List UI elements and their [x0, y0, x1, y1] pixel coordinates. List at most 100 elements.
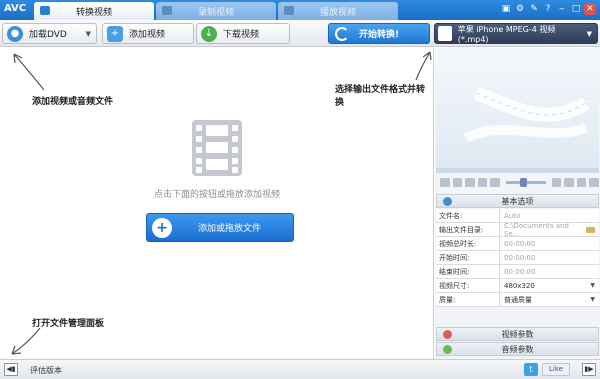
film-icon: [192, 120, 242, 176]
record-tab-icon: [162, 6, 172, 15]
video-preview: [436, 48, 599, 168]
option-value[interactable]: 480x320: [500, 279, 590, 292]
plus-icon: +: [152, 217, 172, 238]
annotation-add-files: 添加视频或音频文件: [32, 97, 114, 107]
option-label: 视频总时长:: [436, 237, 500, 250]
drop-hint-text: 点击下面的按钮或拖放添加视频: [153, 190, 280, 200]
evaluation-version-text: 评估版本: [30, 366, 62, 375]
next-frame-icon[interactable]: [477, 177, 488, 187]
filmstrip-decoration-icon: [463, 86, 590, 143]
add-or-drop-files-button[interactable]: + 添加或拖放文件: [146, 213, 294, 242]
option-row-quality[interactable]: 质量: 普通质量 ▼: [436, 293, 599, 307]
download-video-label: 下载视频: [223, 30, 260, 40]
tab-label: 转换视频: [75, 7, 112, 18]
add-file-label: 添加或拖放文件: [198, 224, 262, 234]
tab-record-video[interactable]: 录制视频: [156, 2, 276, 20]
title-bar: AVC 转换视频 录制视频 播放视频 ▣ ⚙ ✎ ? ‒ □ ✕: [0, 0, 600, 20]
toggle-preview-panel-button[interactable]: ▮▶: [582, 363, 596, 376]
option-label: 质量:: [436, 293, 500, 306]
status-bar: ◀▮ 评估版本 t Like ▮▶: [0, 359, 600, 379]
tab-play-video[interactable]: 播放视频: [278, 2, 398, 20]
disc-icon: ●: [7, 25, 23, 42]
video-params-header[interactable]: 视频参数: [436, 327, 599, 341]
speaker-icon[interactable]: [490, 177, 500, 187]
chevron-down-icon[interactable]: ▼: [86, 30, 91, 38]
snapshot-icon[interactable]: [551, 177, 562, 187]
facebook-like-button[interactable]: Like: [542, 363, 570, 376]
folder-icon[interactable]: [564, 177, 574, 187]
audio-params-icon: [443, 345, 452, 354]
seek-bar[interactable]: [436, 168, 599, 173]
add-video-icon: +: [107, 25, 123, 42]
download-globe-icon: ↓: [201, 25, 217, 42]
option-row-output-dir[interactable]: 输出文件目录: C:\Documents and Se...: [436, 222, 599, 238]
right-panel: 基本选项 文件名: Auto 输出文件目录: C:\Documents and …: [435, 48, 600, 359]
download-video-button[interactable]: ↓ 下载视频: [196, 23, 290, 44]
volume-slider[interactable]: [505, 177, 546, 187]
stop-icon[interactable]: [452, 177, 463, 187]
app-logo: AVC: [4, 3, 27, 14]
option-row-end-time[interactable]: 结束时间: 00:00:00: [436, 265, 599, 279]
output-format-select[interactable]: 苹果 iPhone MPEG-4 视频 (*.mp4) ▼: [434, 23, 598, 44]
prev-frame-icon[interactable]: [465, 177, 475, 187]
annotation-select-format: 选择输出文件格式并转换: [335, 85, 426, 108]
format-label: 苹果 iPhone MPEG-4 视频 (*.mp4): [457, 24, 556, 44]
tab-label: 录制视频: [197, 7, 234, 18]
screen-icon[interactable]: ▣: [500, 3, 512, 15]
option-label: 输出文件目录:: [436, 223, 500, 236]
tab-convert-video[interactable]: 转换视频: [34, 2, 154, 20]
close-button[interactable]: ✕: [584, 3, 596, 15]
arrow-icon: [415, 51, 432, 81]
option-label: 视频尺寸:: [436, 279, 500, 292]
play-icon[interactable]: [440, 177, 450, 187]
basic-options-header[interactable]: 基本选项: [436, 194, 599, 208]
file-list-area[interactable]: 添加视频或音频文件 选择输出文件格式并转换 点击下面的按钮或拖放添加视频 + 添…: [0, 48, 434, 359]
option-row-video-size[interactable]: 视频尺寸: 480x320 ▼: [436, 279, 599, 293]
chevron-down-icon[interactable]: ▼: [590, 282, 595, 289]
start-convert-button[interactable]: 开始转换!: [328, 23, 430, 44]
gear-icon[interactable]: ⚙: [514, 3, 526, 15]
audio-params-header[interactable]: 音频参数: [436, 342, 599, 356]
twitter-icon[interactable]: t: [524, 363, 538, 376]
option-label: 开始时间:: [436, 251, 500, 264]
toolbar: ● 加载DVD ▼ + 添加视频 ↓ 下载视频 开始转换! 苹果 iPhone …: [0, 20, 600, 47]
chevron-down-icon[interactable]: ▼: [590, 296, 595, 303]
option-row-duration: 视频总时长: 00:00:00: [436, 237, 599, 251]
option-value[interactable]: 00:00:00: [500, 265, 599, 278]
options-icon: [443, 197, 452, 206]
refresh-icon: [335, 26, 349, 41]
convert-label: 开始转换!: [359, 30, 400, 40]
folder-icon[interactable]: [586, 226, 595, 233]
annotation-open-file-panel: 打开文件管理面板: [32, 319, 105, 329]
help-icon[interactable]: ?: [542, 3, 554, 15]
option-value[interactable]: 00:00:00: [500, 251, 599, 264]
option-row-start-time[interactable]: 开始时间: 00:00:00: [436, 251, 599, 265]
arrow-icon: [13, 53, 45, 91]
crop-icon[interactable]: [576, 177, 587, 187]
load-dvd-button[interactable]: ● 加载DVD ▼: [2, 23, 97, 44]
chevron-down-icon: ▼: [586, 29, 592, 38]
option-label: 结束时间:: [436, 265, 500, 278]
convert-tab-icon: [40, 6, 50, 15]
load-dvd-label: 加载DVD: [29, 30, 67, 40]
video-params-icon: [443, 330, 452, 339]
audio-params-title: 音频参数: [501, 344, 534, 354]
arrow-icon: [11, 327, 41, 355]
window-controls: ▣ ⚙ ✎ ? ‒ □ ✕: [500, 3, 596, 15]
tab-label: 播放视频: [319, 7, 356, 18]
option-label: 文件名:: [436, 209, 500, 222]
option-value[interactable]: 普通质量: [500, 293, 590, 306]
option-value[interactable]: Auto: [500, 209, 599, 222]
maximize-button[interactable]: □: [570, 3, 582, 15]
effects-icon[interactable]: [589, 177, 600, 187]
phone-icon: [438, 26, 452, 41]
add-video-label: 添加视频: [129, 30, 166, 40]
basic-options-title: 基本选项: [501, 196, 534, 206]
toggle-file-panel-button[interactable]: ◀▮: [4, 363, 18, 376]
option-value[interactable]: C:\Documents and Se...: [500, 222, 586, 238]
video-params-title: 视频参数: [501, 329, 534, 339]
option-value: 00:00:00: [504, 239, 536, 248]
wrench-icon[interactable]: ✎: [528, 3, 540, 15]
minimize-button[interactable]: ‒: [556, 3, 568, 15]
add-video-button[interactable]: + 添加视频: [102, 23, 194, 44]
